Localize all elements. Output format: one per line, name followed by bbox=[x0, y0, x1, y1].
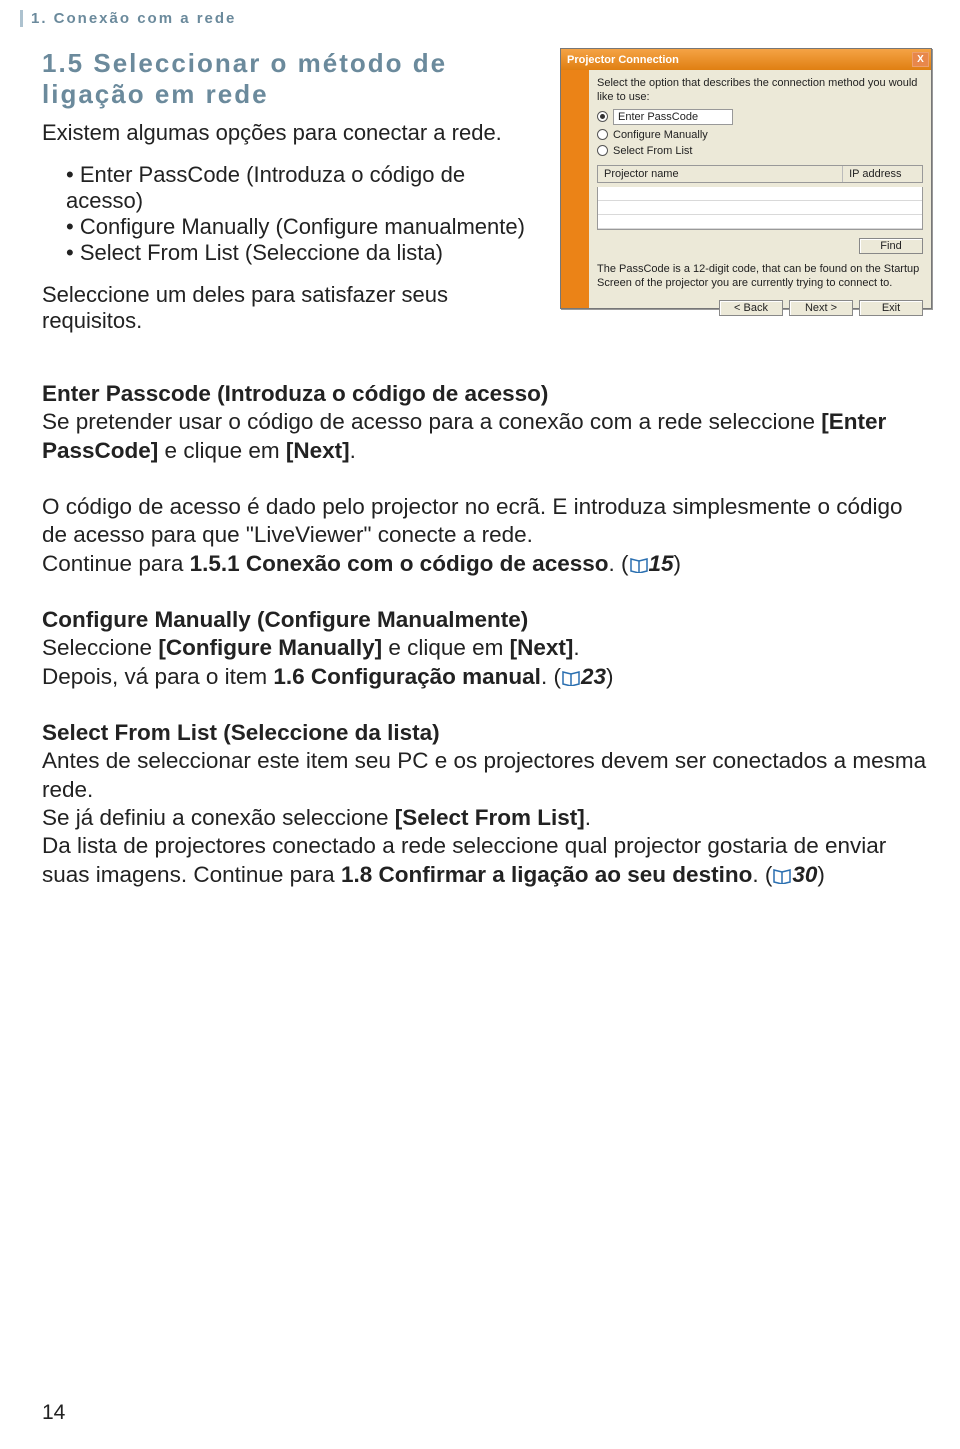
text: . ( bbox=[609, 551, 629, 576]
radio-select-from-list[interactable]: Select From List bbox=[597, 145, 923, 157]
sec1-title: Enter Passcode (Introduza o código de ac… bbox=[42, 381, 548, 406]
page-ref: 15 bbox=[649, 551, 674, 576]
back-button[interactable]: < Back bbox=[719, 300, 783, 316]
radio-configure-manually[interactable]: Configure Manually bbox=[597, 129, 923, 141]
upper-row: 1.5 Seleccionar o método de ligação em r… bbox=[42, 48, 932, 334]
dialog-titlebar: Projector Connection X bbox=[561, 49, 931, 70]
text: ) bbox=[674, 551, 682, 576]
bullet-item: Configure Manually (Configure manualment… bbox=[66, 214, 544, 240]
intro-text: Existem algumas opções para conectar a r… bbox=[42, 120, 544, 146]
text: Seleccione bbox=[42, 635, 158, 660]
bullet-item: Select From List (Seleccione da lista) bbox=[66, 240, 544, 266]
exit-button[interactable]: Exit bbox=[859, 300, 923, 316]
find-button[interactable]: Find bbox=[859, 238, 923, 254]
radio-label: Configure Manually bbox=[613, 129, 708, 141]
next-button[interactable]: Next > bbox=[789, 300, 853, 316]
text: ) bbox=[817, 862, 825, 887]
page-ref: 23 bbox=[581, 664, 606, 689]
text: e clique em bbox=[382, 635, 510, 660]
breadcrumb: 1. Conexão com a rede bbox=[20, 10, 236, 27]
dialog-prompt: Select the option that describes the con… bbox=[597, 76, 923, 105]
text-bold: 1.6 Configuração manual bbox=[273, 664, 541, 689]
col-ip-address: IP address bbox=[843, 166, 922, 182]
text: . bbox=[573, 635, 579, 660]
page-ref: 30 bbox=[792, 862, 817, 887]
radio-icon bbox=[597, 111, 608, 122]
close-button[interactable]: X bbox=[912, 52, 929, 67]
bullet-item: Enter PassCode (Introduza o código de ac… bbox=[66, 162, 544, 214]
text: e clique em bbox=[158, 438, 286, 463]
sec-enter-passcode: Enter Passcode (Introduza o código de ac… bbox=[42, 380, 932, 465]
projector-list-header: Projector name IP address bbox=[597, 165, 923, 183]
passcode-note: The PassCode is a 12-digit code, that ca… bbox=[597, 262, 923, 291]
text: ) bbox=[606, 664, 614, 689]
after-bullets-text: Seleccione um deles para satisfazer seus… bbox=[42, 282, 544, 334]
text: . bbox=[350, 438, 356, 463]
text: Se já definiu a conexão seleccione bbox=[42, 805, 395, 830]
book-icon bbox=[629, 557, 649, 573]
sec-configure-manually: Configure Manually (Configure Manualment… bbox=[42, 606, 932, 691]
radio-label: Enter PassCode bbox=[613, 109, 733, 125]
radio-enter-passcode[interactable]: Enter PassCode bbox=[597, 109, 923, 125]
text-bold: 1.5.1 Conexão com o código de acesso bbox=[190, 551, 609, 576]
page-number: 14 bbox=[42, 1401, 65, 1425]
radio-icon bbox=[597, 129, 608, 140]
dialog-title: Projector Connection bbox=[567, 54, 679, 66]
text: Antes de seleccionar este item seu PC e … bbox=[42, 748, 926, 801]
text: Depois, vá para o item bbox=[42, 664, 273, 689]
text-bold: [Next] bbox=[510, 635, 574, 660]
radio-label: Select From List bbox=[613, 145, 692, 157]
projector-list[interactable] bbox=[597, 187, 923, 230]
sec2-title: Configure Manually (Configure Manualment… bbox=[42, 607, 528, 632]
book-icon bbox=[772, 868, 792, 884]
text-bold: [Configure Manually] bbox=[158, 635, 382, 660]
sec-enter-passcode-p2: O código de acesso é dado pelo projector… bbox=[42, 493, 932, 578]
text-bold: [Next] bbox=[286, 438, 350, 463]
body-text: Enter Passcode (Introduza o código de ac… bbox=[42, 380, 932, 889]
book-icon bbox=[561, 670, 581, 686]
connection-dialog: Projector Connection X Select the option… bbox=[560, 48, 932, 309]
dialog-sidebar bbox=[561, 70, 589, 308]
section-title: 1.5 Seleccionar o método de ligação em r… bbox=[42, 48, 544, 110]
text: Se pretender usar o código de acesso par… bbox=[42, 409, 821, 434]
left-column: 1.5 Seleccionar o método de ligação em r… bbox=[42, 48, 544, 334]
text: . ( bbox=[541, 664, 561, 689]
text: . ( bbox=[752, 862, 772, 887]
sec-select-from-list: Select From List (Seleccione da lista) A… bbox=[42, 719, 932, 889]
sec3-title: Select From List (Seleccione da lista) bbox=[42, 720, 440, 745]
text: . bbox=[585, 805, 591, 830]
col-projector-name: Projector name bbox=[598, 166, 843, 182]
text: Continue para bbox=[42, 551, 190, 576]
text: O código de acesso é dado pelo projector… bbox=[42, 494, 903, 547]
bullet-list: Enter PassCode (Introduza o código de ac… bbox=[66, 162, 544, 266]
text-bold: 1.8 Confirmar a ligação ao seu destino bbox=[341, 862, 752, 887]
text-bold: [Select From List] bbox=[395, 805, 585, 830]
radio-icon bbox=[597, 145, 608, 156]
